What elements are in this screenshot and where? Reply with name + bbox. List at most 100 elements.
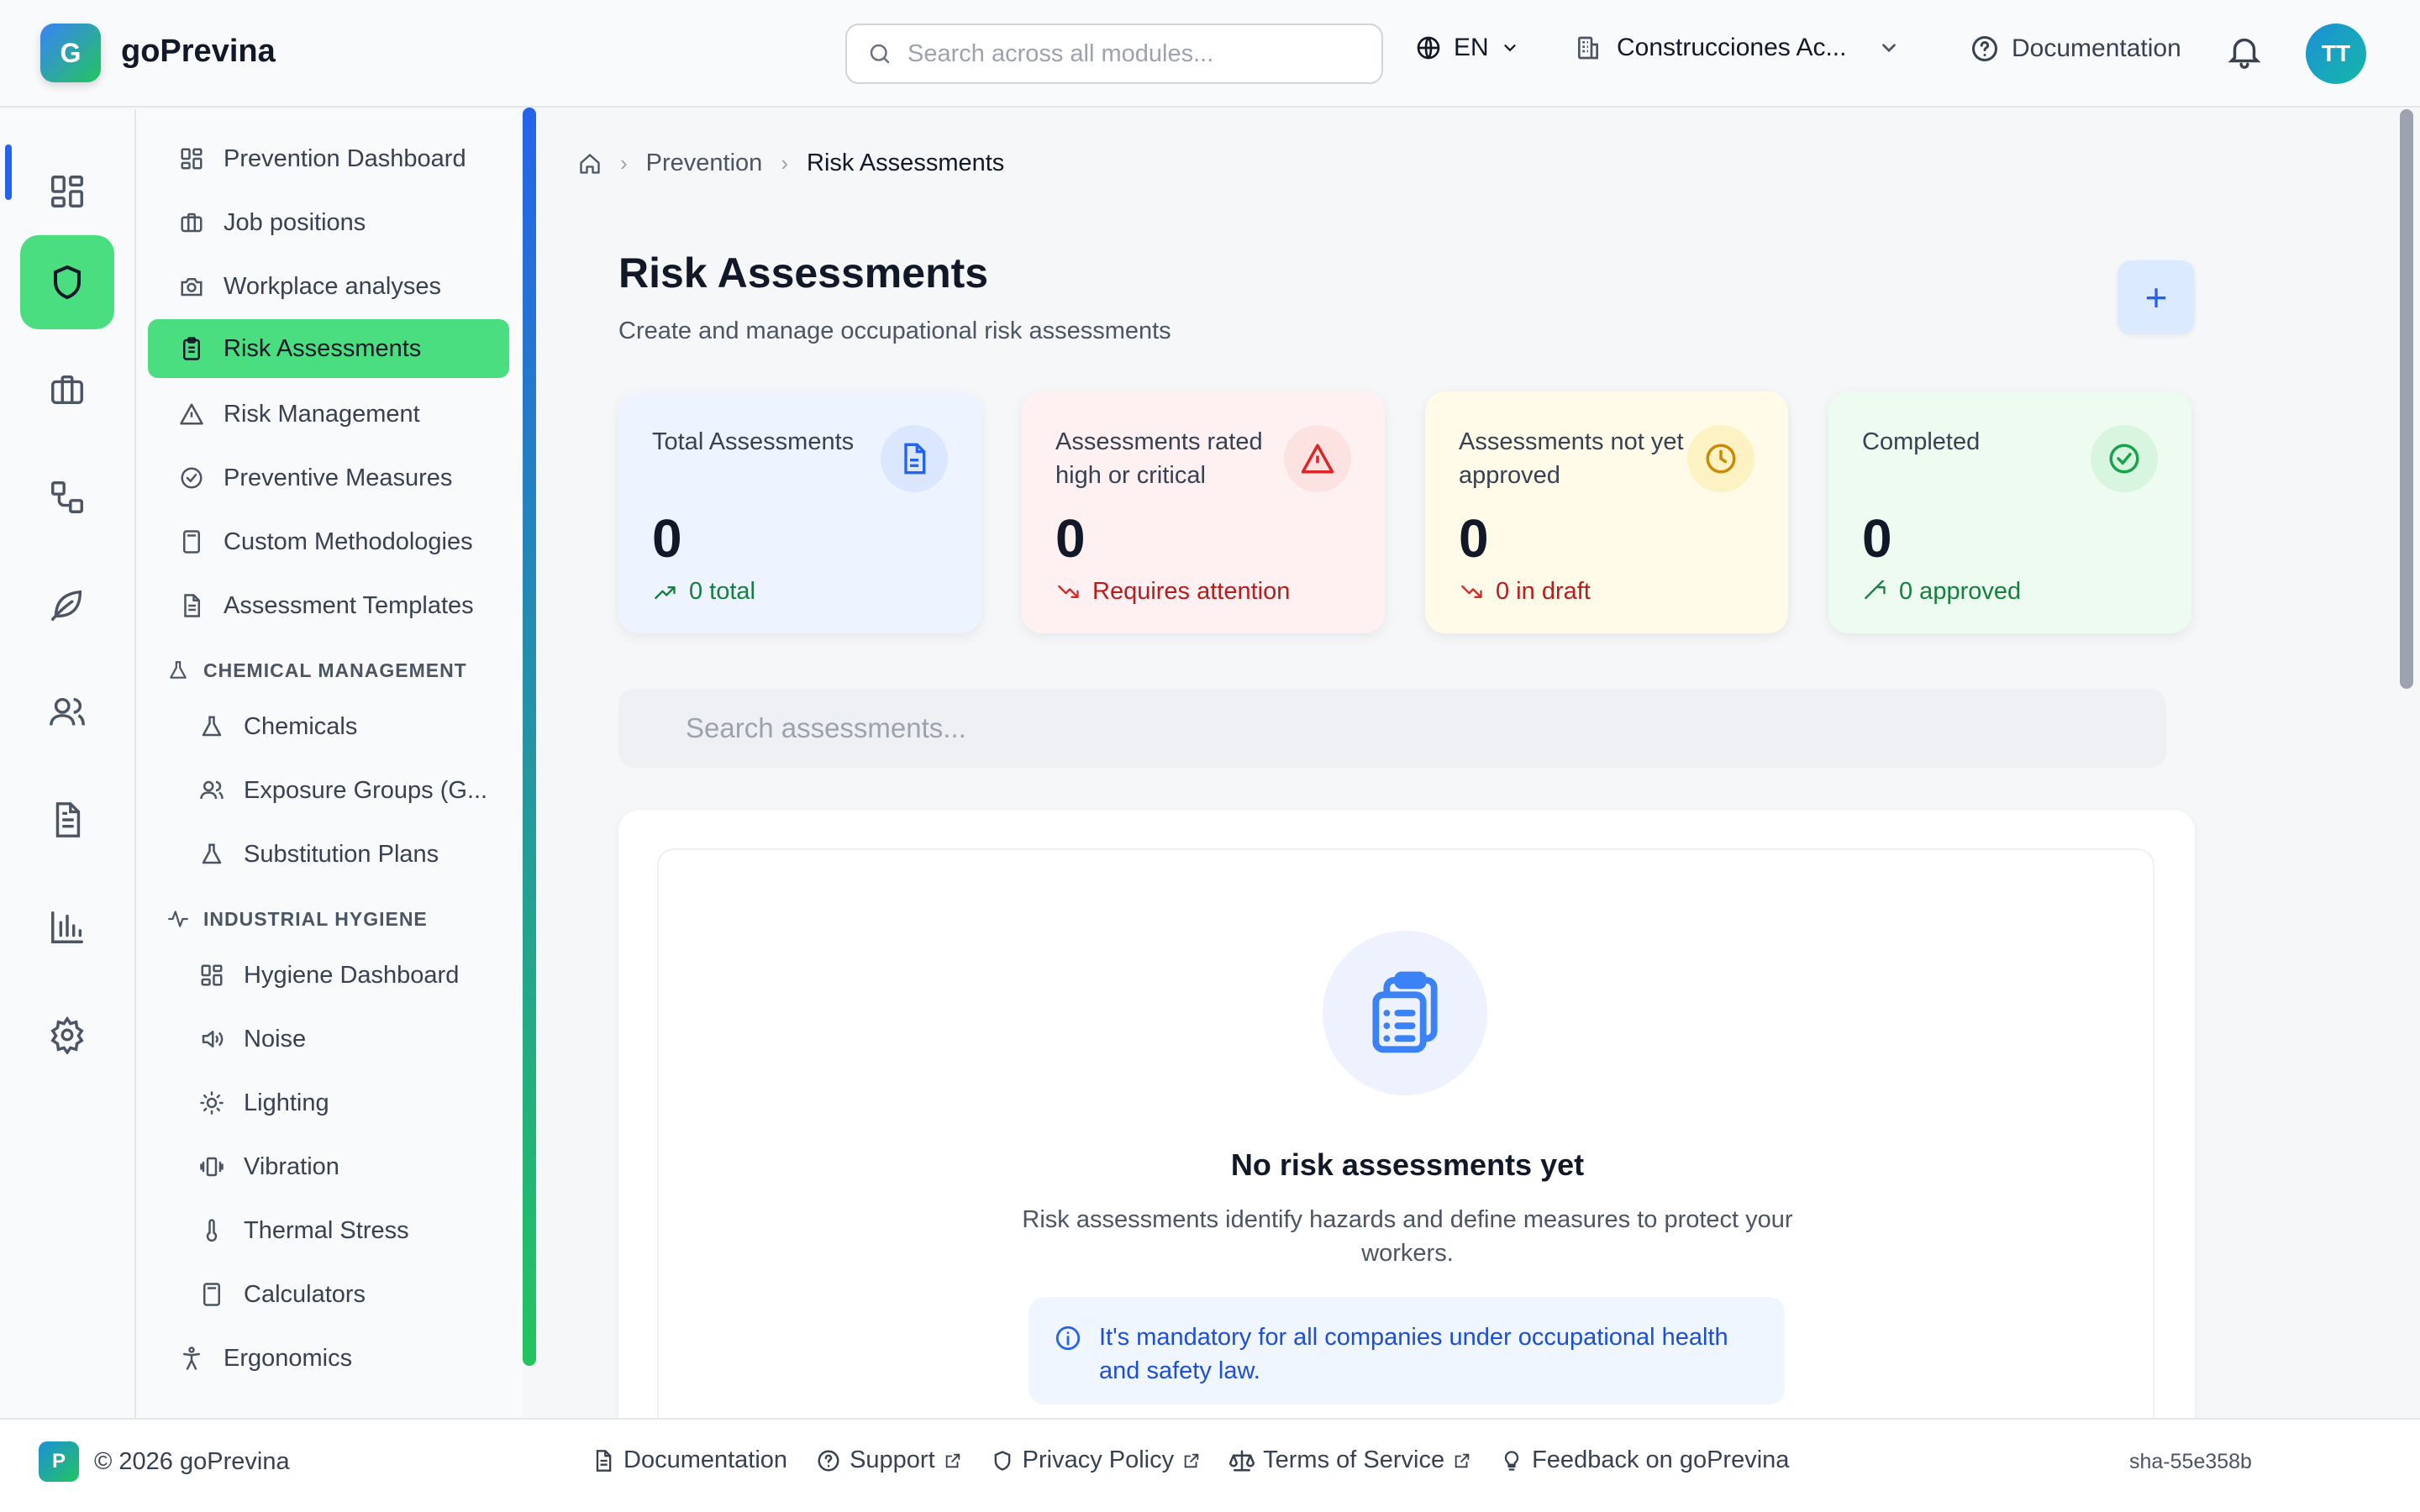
document-icon xyxy=(178,592,205,619)
nav-risk-assessments[interactable]: Risk Assessments xyxy=(148,319,509,378)
add-assessment-button[interactable]: + xyxy=(2118,260,2195,334)
nav-label: Thermal Stress xyxy=(244,1216,409,1244)
documentation-link[interactable]: Documentation xyxy=(1970,34,2181,64)
language-selector[interactable]: EN xyxy=(1415,34,1519,62)
dashboard-icon xyxy=(178,145,205,172)
assessment-search[interactable] xyxy=(618,689,2166,768)
nav-hygiene-dashboard[interactable]: Hygiene Dashboard xyxy=(148,946,509,1005)
stat-label: Total Assessments xyxy=(652,428,855,455)
nav-risk-management[interactable]: Risk Management xyxy=(148,385,509,444)
app-name[interactable]: goPrevina xyxy=(121,34,276,70)
rail-people[interactable] xyxy=(20,665,114,759)
rail-dashboard[interactable] xyxy=(20,144,114,239)
rail-environment[interactable] xyxy=(20,558,114,652)
stat-trend-text: 0 in draft xyxy=(1496,578,1591,605)
camera-icon xyxy=(178,273,205,300)
stat-card-completed: Completed 0 0 approved xyxy=(1828,391,2191,633)
check-circle-icon xyxy=(178,465,205,491)
users-icon xyxy=(198,777,225,804)
rail-reports[interactable] xyxy=(20,880,114,974)
bar-chart-icon xyxy=(51,911,83,943)
flask-icon xyxy=(166,659,190,682)
assessment-search-input[interactable] xyxy=(686,712,2030,744)
nav-prevention-dashboard[interactable]: Prevention Dashboard xyxy=(148,129,509,188)
document-icon xyxy=(55,802,81,837)
footer-support-link[interactable]: Support xyxy=(816,1446,962,1474)
company-selector[interactable]: Construcciones Ac... xyxy=(1575,34,1900,62)
nav-label: Hygiene Dashboard xyxy=(244,961,460,989)
page-subtitle: Create and manage occupational risk asse… xyxy=(618,318,1171,344)
search-icon xyxy=(870,44,890,64)
footer-link-label: Support xyxy=(850,1446,935,1473)
workflow-icon xyxy=(51,481,83,513)
nav-vibration[interactable]: Vibration xyxy=(148,1137,509,1196)
nav-label: Noise xyxy=(244,1025,307,1053)
nav-job-positions[interactable]: Job positions xyxy=(148,193,509,252)
empty-state-text: Risk assessments identify hazards and de… xyxy=(1022,1206,1793,1267)
nav-label: Risk Assessments xyxy=(224,334,422,362)
trend-up-icon xyxy=(1865,580,1886,599)
footer-links: Documentation Support Privacy Policy Ter… xyxy=(592,1446,1789,1474)
breadcrumb-separator: › xyxy=(620,150,628,176)
footer-privacy-link[interactable]: Privacy Policy xyxy=(991,1446,1202,1474)
briefcase-icon xyxy=(51,375,83,405)
help-circle-icon xyxy=(1972,36,1997,61)
vibration-icon xyxy=(198,1153,225,1180)
notifications-button[interactable] xyxy=(2225,30,2264,72)
app-logo[interactable]: G xyxy=(40,24,101,82)
footer-feedback-link[interactable]: Feedback on goPrevina xyxy=(1500,1446,1789,1474)
user-avatar[interactable]: TT xyxy=(2306,24,2366,84)
rail-workflow[interactable] xyxy=(20,450,114,544)
nav-calculators[interactable]: Calculators xyxy=(148,1265,509,1324)
nav-ergonomics[interactable]: Ergonomics xyxy=(148,1329,509,1388)
nav-section-chemical: CHEMICAL MANAGEMENT xyxy=(166,659,467,682)
nav-chemicals[interactable]: Chemicals xyxy=(148,697,509,756)
active-rail-indicator xyxy=(5,144,12,200)
breadcrumb-prevention[interactable]: Prevention xyxy=(646,150,763,177)
warning-icon xyxy=(178,401,205,428)
rail-prevention[interactable] xyxy=(20,235,114,329)
nav-scrollbar[interactable] xyxy=(523,108,536,1366)
clipboard-list-icon xyxy=(1323,931,1487,1095)
footer-terms-link[interactable]: Terms of Service xyxy=(1229,1446,1471,1474)
calculator-icon xyxy=(198,1281,225,1308)
footer-copyright: © 2026 goPrevina xyxy=(94,1448,290,1475)
nav-preventive-measures[interactable]: Preventive Measures xyxy=(148,449,509,507)
nav-workplace-analyses[interactable]: Workplace analyses xyxy=(148,257,509,316)
nav-lighting[interactable]: Lighting xyxy=(148,1074,509,1132)
nav-custom-methodologies[interactable]: Custom Methodologies xyxy=(148,512,509,571)
rail-documents[interactable] xyxy=(20,773,114,867)
stat-trend: 0 approved xyxy=(1862,578,2021,606)
nav-assessment-templates[interactable]: Assessment Templates xyxy=(148,576,509,635)
home-icon[interactable] xyxy=(578,152,602,176)
global-search-input[interactable] xyxy=(908,39,1344,68)
scale-icon xyxy=(1229,1450,1255,1471)
nav-section-label: INDUSTRIAL HYGIENE xyxy=(203,907,428,930)
nav-substitution-plans[interactable]: Substitution Plans xyxy=(148,825,509,884)
rail-positions[interactable] xyxy=(20,343,114,437)
breadcrumb: › Prevention › Risk Assessments xyxy=(578,150,1004,177)
global-search[interactable] xyxy=(845,24,1383,84)
footer-documentation-link[interactable]: Documentation xyxy=(592,1446,787,1474)
clock-icon xyxy=(1687,425,1754,492)
section-nav: Prevention Dashboard Job positions Workp… xyxy=(136,109,523,1418)
module-rail xyxy=(0,109,136,1418)
stat-label: Assessments rated high or critical xyxy=(1055,428,1263,489)
stat-trend-text: 0 approved xyxy=(1899,578,2022,605)
activity-icon xyxy=(166,907,190,931)
nav-label: Custom Methodologies xyxy=(224,528,473,555)
nav-label: Lighting xyxy=(244,1089,329,1116)
rail-settings[interactable] xyxy=(20,988,114,1082)
stat-label: Assessments not yet approved xyxy=(1459,428,1684,489)
stat-card-total: Total Assessments 0 0 total xyxy=(618,391,981,633)
main-scrollbar[interactable] xyxy=(2400,109,2413,689)
nav-exposure-groups[interactable]: Exposure Groups (G... xyxy=(148,761,509,820)
nav-label: Calculators xyxy=(244,1280,366,1308)
nav-thermal-stress[interactable]: Thermal Stress xyxy=(148,1201,509,1260)
users-icon xyxy=(50,697,85,726)
stat-card-not-approved: Assessments not yet approved 0 0 in draf… xyxy=(1425,391,1788,633)
lightbulb-icon xyxy=(1504,1450,1519,1471)
stat-card-high-critical: Assessments rated high or critical 0 Req… xyxy=(1022,391,1385,633)
bell-icon xyxy=(2228,38,2261,69)
nav-noise[interactable]: Noise xyxy=(148,1010,509,1068)
